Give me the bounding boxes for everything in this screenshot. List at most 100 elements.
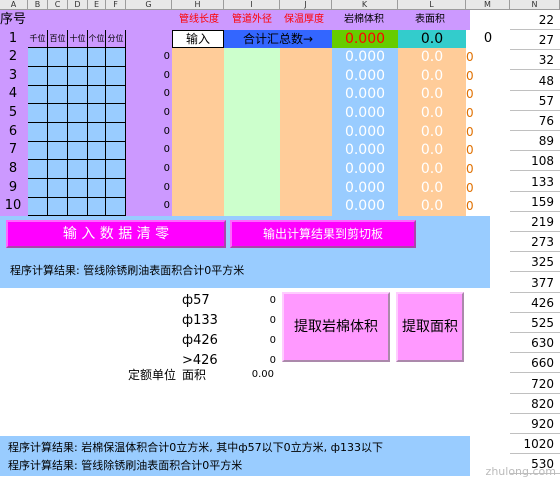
surface-area-cell: 0.0 bbox=[420, 67, 444, 84]
digit-cell[interactable] bbox=[68, 122, 88, 142]
digit-header-4: 分位 bbox=[106, 30, 126, 48]
row-number: 9 bbox=[8, 179, 18, 195]
row-number: 10 bbox=[4, 198, 22, 214]
n-value: 159 bbox=[510, 192, 560, 212]
row-number: 5 bbox=[8, 105, 18, 120]
row-number: 7 bbox=[8, 142, 18, 158]
digit-cell[interactable] bbox=[48, 160, 68, 180]
g-cell: 0 bbox=[163, 200, 170, 212]
digit-cell[interactable] bbox=[106, 104, 126, 123]
surface-area-cell: 0.0 bbox=[420, 179, 444, 196]
digit-cell[interactable] bbox=[48, 66, 68, 86]
digit-cell[interactable] bbox=[106, 178, 126, 198]
pipe-label: ф426 bbox=[182, 333, 218, 348]
copy-results-button[interactable]: 输出计算结果到剪切板 bbox=[230, 220, 416, 248]
digit-cell[interactable] bbox=[106, 141, 126, 161]
digit-cell[interactable] bbox=[88, 48, 106, 67]
digit-cell[interactable] bbox=[68, 66, 88, 86]
rock-wool-cell: 0.000 bbox=[344, 198, 386, 215]
n-value: 525 bbox=[510, 313, 560, 333]
clear-inputs-button[interactable]: 输 入 数 据 清 零 bbox=[6, 220, 226, 248]
n-value: 89 bbox=[510, 131, 560, 152]
column-letter-l: L bbox=[398, 0, 466, 10]
digit-cell[interactable] bbox=[88, 160, 106, 180]
g-cell: 0 bbox=[163, 125, 170, 137]
g-cell: 0 bbox=[163, 163, 170, 175]
insulation-column[interactable] bbox=[280, 48, 332, 216]
digit-cell[interactable] bbox=[88, 122, 106, 142]
digit-header-2: 十位 bbox=[68, 30, 88, 48]
digit-cell[interactable] bbox=[48, 122, 68, 142]
rock-wool-cell: 0.000 bbox=[344, 49, 386, 65]
digit-cell[interactable] bbox=[68, 48, 88, 67]
digit-cell[interactable] bbox=[48, 104, 68, 123]
m-cell: 0 bbox=[466, 162, 474, 177]
input-label: 输入 bbox=[185, 32, 210, 46]
m-total-value: 0 bbox=[483, 31, 493, 46]
digit-cell[interactable] bbox=[88, 197, 106, 217]
g-cell: 0 bbox=[163, 88, 170, 100]
surface-area-cell: 0.0 bbox=[420, 86, 444, 103]
digit-header-1: 百位 bbox=[48, 30, 68, 48]
n-value: 325 bbox=[510, 252, 560, 273]
digit-cell[interactable] bbox=[106, 197, 126, 217]
rock-wool-cell: 0.000 bbox=[344, 86, 386, 103]
digit-cell[interactable] bbox=[28, 141, 48, 161]
pipe-value: 0 bbox=[269, 335, 276, 346]
m-cell: 0 bbox=[466, 199, 474, 214]
digit-cell[interactable] bbox=[88, 178, 106, 198]
bottom-result-line-2: 程序计算结果: 管线除锈刷油表面积合计0平方米 bbox=[8, 459, 243, 472]
total-label: 合计汇总数→ bbox=[242, 32, 314, 46]
surface-area-cell: 0.0 bbox=[420, 198, 444, 215]
digit-cell[interactable] bbox=[88, 66, 106, 86]
rock-wool-cell: 0.000 bbox=[344, 179, 386, 196]
digit-cell[interactable] bbox=[28, 160, 48, 180]
pipe-length-column[interactable] bbox=[172, 48, 224, 216]
digit-cell[interactable] bbox=[88, 85, 106, 105]
digit-cell[interactable] bbox=[106, 66, 126, 86]
digit-cell[interactable] bbox=[28, 178, 48, 198]
index-header: 序号 bbox=[0, 12, 27, 27]
digit-cell[interactable] bbox=[68, 160, 88, 180]
column-letter-d: D bbox=[68, 0, 88, 10]
extract-area-button[interactable]: 提取面积 bbox=[396, 292, 464, 362]
digit-cell[interactable] bbox=[88, 141, 106, 161]
digit-cell[interactable] bbox=[106, 48, 126, 67]
digit-cell[interactable] bbox=[106, 160, 126, 180]
digit-cell[interactable] bbox=[68, 197, 88, 217]
digit-cell[interactable] bbox=[28, 85, 48, 105]
rock-wool-cell: 0.000 bbox=[344, 123, 386, 140]
digit-cell[interactable] bbox=[48, 141, 68, 161]
digit-cell[interactable] bbox=[68, 141, 88, 161]
row-number: 8 bbox=[8, 161, 18, 177]
n-value: 108 bbox=[510, 151, 560, 172]
digit-cell[interactable] bbox=[68, 104, 88, 123]
digit-cell[interactable] bbox=[28, 197, 48, 217]
g-cell: 0 bbox=[163, 107, 170, 118]
g-cell: 0 bbox=[163, 181, 170, 193]
column-letter-i: I bbox=[224, 0, 280, 10]
rock-wool-header: 岩棉体积 bbox=[344, 14, 384, 25]
row-number: 3 bbox=[8, 67, 18, 83]
digit-cell[interactable] bbox=[28, 122, 48, 142]
digit-cell[interactable] bbox=[88, 104, 106, 123]
digit-cell[interactable] bbox=[68, 178, 88, 198]
pipe-diameter-column[interactable] bbox=[224, 48, 280, 216]
digit-cell[interactable] bbox=[28, 66, 48, 86]
result-line-area: 程序计算结果: 管线除锈刷油表面积合计0平方米 bbox=[10, 264, 245, 277]
extract-rock-wool-button[interactable]: 提取岩棉体积 bbox=[282, 292, 390, 362]
digit-cell[interactable] bbox=[28, 48, 48, 67]
pipe-label: ф133 bbox=[182, 313, 218, 328]
n-value: 720 bbox=[510, 374, 560, 394]
watermark: zhulong.com bbox=[485, 465, 556, 478]
digit-cell[interactable] bbox=[106, 122, 126, 142]
digit-cell[interactable] bbox=[68, 85, 88, 105]
n-value: 426 bbox=[510, 293, 560, 313]
digit-cell[interactable] bbox=[28, 104, 48, 123]
digit-cell[interactable] bbox=[48, 197, 68, 217]
digit-cell[interactable] bbox=[48, 85, 68, 105]
digit-cell[interactable] bbox=[48, 48, 68, 67]
digit-cell[interactable] bbox=[48, 178, 68, 198]
digit-cell[interactable] bbox=[106, 85, 126, 105]
rock-total-value: 0.000 bbox=[344, 31, 386, 47]
